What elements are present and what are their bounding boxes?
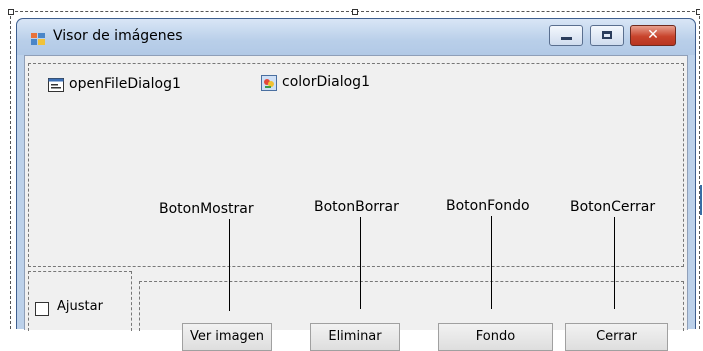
open-file-dialog-component[interactable]: openFileDialog1	[69, 76, 181, 92]
color-dialog-component[interactable]: colorDialog1	[282, 74, 370, 90]
boton-mostrar-leader-line	[229, 219, 230, 311]
color-dialog-icon	[261, 75, 277, 91]
form-icon	[31, 33, 45, 45]
ajustar-checkbox[interactable]	[35, 302, 49, 316]
boton-fondo-leader-line	[491, 216, 492, 309]
component-tray-panel[interactable]: openFileDialog1 colorDialog1	[28, 63, 684, 267]
ajustar-label: Ajustar	[57, 299, 103, 314]
fondo-button[interactable]: Fondo	[438, 323, 553, 351]
scroll-indicator[interactable]	[700, 185, 702, 215]
form-client-area: openFileDialog1 colorDialog1 Ajustar Ver…	[24, 55, 688, 351]
form-window: Visor de imágenes ✕ openFileDialog1 colo…	[16, 18, 696, 351]
minimize-button[interactable]	[549, 25, 583, 46]
resize-handle[interactable]	[352, 9, 358, 15]
resize-handle[interactable]	[8, 9, 14, 15]
title-bar: Visor de imágenes ✕	[17, 19, 695, 55]
boton-cerrar-name-label: BotonCerrar	[570, 199, 656, 215]
boton-fondo-name-label: BotonFondo	[446, 198, 530, 214]
open-file-dialog-icon	[48, 78, 64, 92]
window-title: Visor de imágenes	[53, 28, 183, 44]
maximize-button[interactable]	[590, 25, 624, 46]
close-button[interactable]: ✕	[630, 25, 676, 46]
boton-borrar-leader-line	[360, 217, 361, 309]
ver-imagen-button[interactable]: Ver imagen	[182, 323, 272, 351]
eliminar-button[interactable]: Eliminar	[310, 323, 400, 351]
close-icon: ✕	[647, 27, 659, 43]
boton-cerrar-leader-line	[614, 217, 615, 309]
cerrar-button[interactable]: Cerrar	[565, 323, 668, 351]
maximize-icon	[602, 31, 612, 39]
minimize-icon	[561, 37, 572, 40]
boton-mostrar-name-label: BotonMostrar	[159, 201, 254, 217]
boton-borrar-name-label: BotonBorrar	[314, 199, 399, 215]
